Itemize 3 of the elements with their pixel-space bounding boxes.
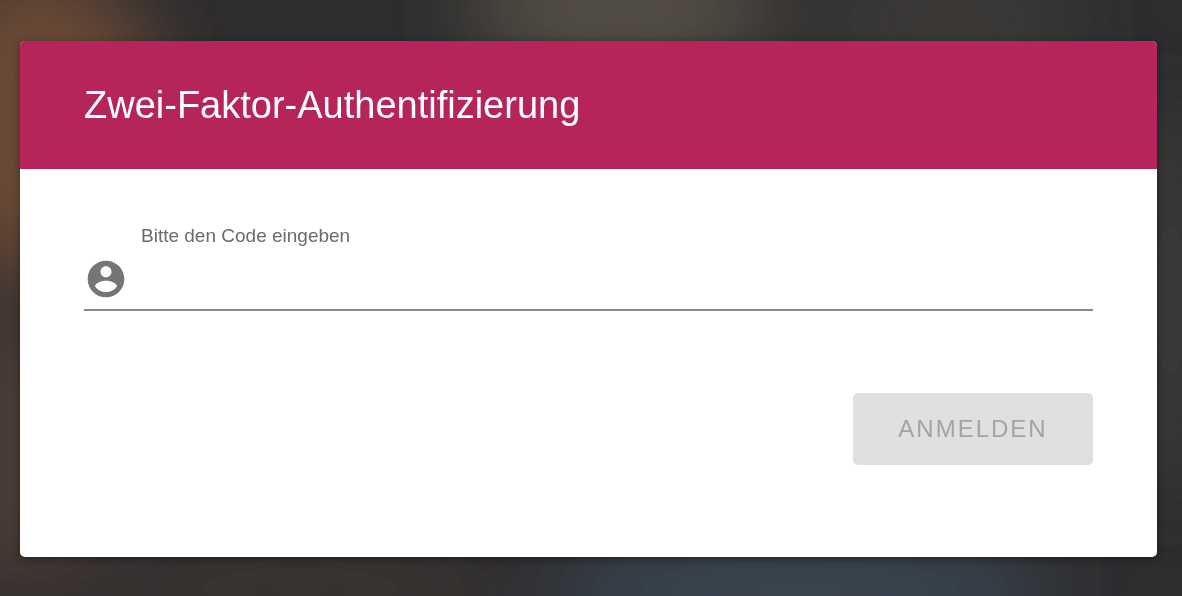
field-label: Bitte den Code eingeben [141, 225, 352, 247]
dialog-title: Zwei-Faktor-Authentifizierung [84, 83, 581, 127]
code-field[interactable]: Bitte den Code eingeben [84, 225, 1093, 311]
